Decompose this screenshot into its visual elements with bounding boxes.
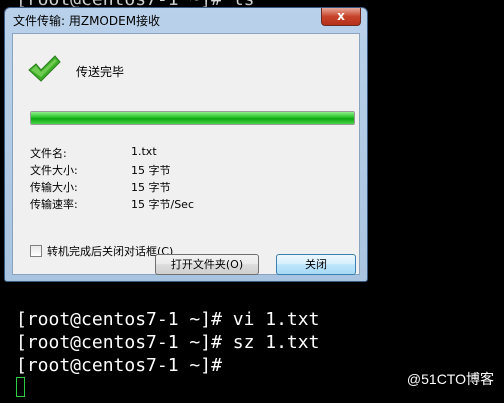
dialog-body: 传送完毕 文件名: 1.txt 文件大小: 15 字节 传输大小: 15 字节 … — [12, 33, 360, 275]
file-transfer-dialog: 文件传输: 用ZMODEM接收 x 传送完毕 文件名: 1.txt 文件大小: … — [4, 7, 368, 282]
info-label-transfer-size: 传输大小: — [30, 181, 78, 194]
transfer-status: 传送完毕 — [76, 65, 125, 79]
dialog-title: 文件传输: 用ZMODEM接收 — [13, 14, 161, 28]
checkmark-icon — [28, 55, 61, 82]
close-button[interactable]: 关闭 — [276, 254, 356, 275]
dialog-titlebar[interactable]: 文件传输: 用ZMODEM接收 x — [5, 8, 367, 32]
close-on-complete-checkbox[interactable] — [30, 245, 42, 257]
watermark: @51CTO博客 — [406, 371, 494, 387]
close-window-button[interactable]: x — [321, 8, 361, 26]
terminal-cursor — [16, 377, 25, 397]
info-value-filesize: 15 字节 — [131, 164, 171, 177]
info-value-transfer-rate: 15 字节/Sec — [131, 198, 194, 211]
info-value-transfer-size: 15 字节 — [131, 181, 171, 194]
progress-bar — [30, 111, 355, 125]
info-label-transfer-rate: 传输速率: — [30, 198, 78, 211]
info-label-filename: 文件名: — [30, 147, 67, 160]
open-folder-button[interactable]: 打开文件夹(O) — [155, 254, 259, 275]
info-value-filename: 1.txt — [131, 145, 157, 158]
close-icon: x — [337, 9, 345, 23]
info-label-filesize: 文件大小: — [30, 164, 78, 177]
terminal-line: [root@centos7-1 ~]# — [16, 355, 222, 376]
progress-fill — [31, 112, 354, 124]
terminal-line: [root@centos7-1 ~]# sz 1.txt — [16, 332, 320, 353]
terminal-line: [root@centos7-1 ~]# vi 1.txt — [16, 309, 320, 330]
